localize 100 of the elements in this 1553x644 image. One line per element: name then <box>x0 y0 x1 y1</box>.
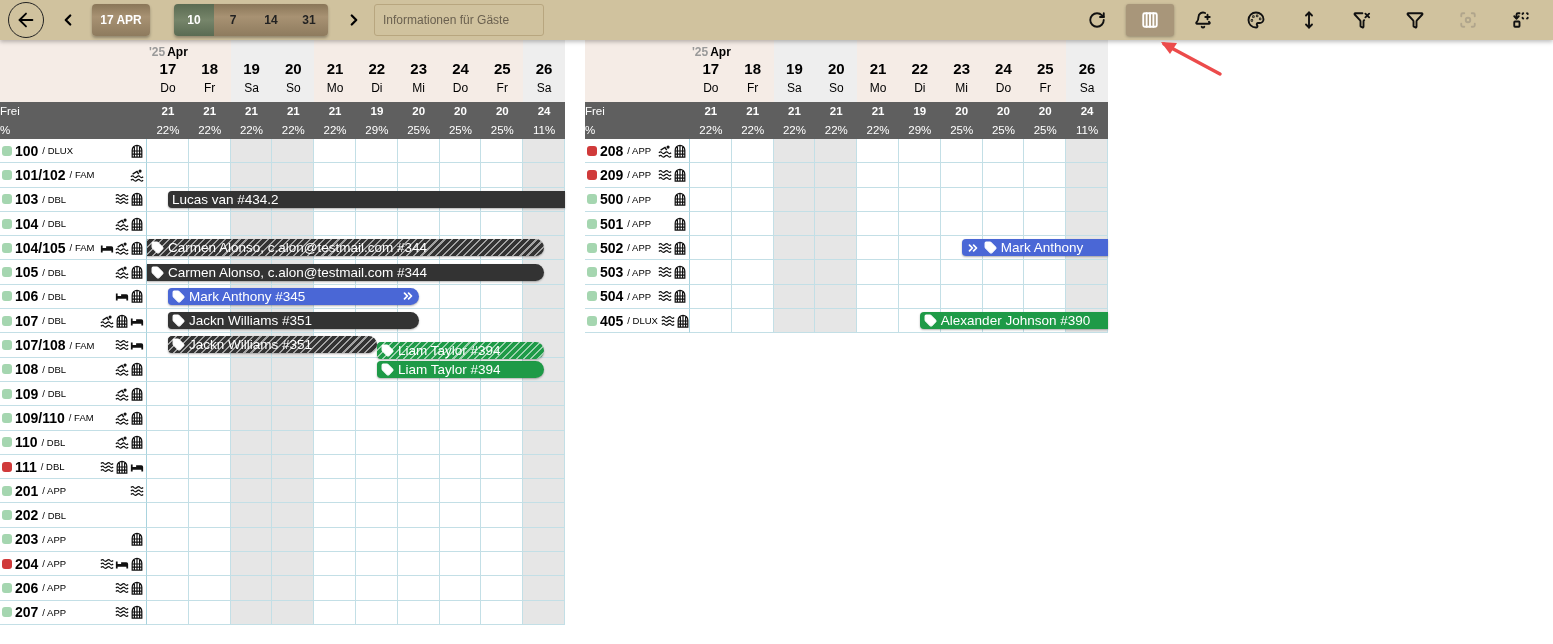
room-type: / APP <box>627 218 652 230</box>
day-number: 19 <box>243 59 260 79</box>
room-type: / APP <box>627 266 652 278</box>
weekday-label: Mi <box>955 80 968 96</box>
guest-name: Alexander Johnson #390 <box>940 313 1091 329</box>
room-type: / DLUX <box>42 145 73 157</box>
day-number: 22 <box>368 59 386 79</box>
day-number: 25 <box>1036 59 1054 79</box>
room-number: 208 <box>599 142 624 159</box>
room-number: 105 <box>15 264 39 281</box>
room-type: / DBL <box>42 290 67 302</box>
bell-plus-icon <box>1194 11 1212 29</box>
free-count: 20 <box>1038 105 1052 118</box>
room-number: 109/110 <box>15 409 65 426</box>
range-option[interactable]: 31 <box>290 4 328 36</box>
weekday-label: Di <box>371 80 383 96</box>
room-type: / DBL <box>40 461 65 472</box>
range-option[interactable]: 14 <box>252 4 290 36</box>
occupancy-percent: 22% <box>699 123 723 136</box>
month-label: Apr <box>167 45 188 59</box>
room-number: 106 <box>15 288 39 305</box>
occupancy-percent: 25% <box>448 123 472 136</box>
occupancy-percent: 22% <box>866 123 890 136</box>
room-number: 504 <box>599 288 624 305</box>
guest-name: Liam Taylor #394 <box>397 361 501 377</box>
free-count: 19 <box>370 105 384 118</box>
date-button[interactable]: 17 APR <box>92 4 150 36</box>
occupancy-percent: 25% <box>1033 123 1057 136</box>
range-option[interactable]: 10 <box>174 4 214 36</box>
weekday-label: So <box>285 80 301 96</box>
range-option[interactable]: 7 <box>214 4 252 36</box>
free-count: 21 <box>203 105 217 118</box>
room-number: 405 <box>599 312 624 329</box>
room-number: 206 <box>15 580 39 596</box>
day-number: 21 <box>326 59 344 79</box>
weekday-label: Fr <box>496 80 508 96</box>
occupancy-percent: 22% <box>323 123 347 136</box>
room-number: 108 <box>15 361 39 378</box>
room-number: 104 <box>15 215 39 232</box>
free-count: 21 <box>328 105 342 118</box>
occupancy-percent: 11% <box>533 123 556 136</box>
room-type: / APP <box>42 606 67 618</box>
room-number: 107/108 <box>15 337 66 353</box>
percent-label: % <box>584 123 597 136</box>
room-type: / DBL <box>42 315 67 327</box>
free-count: 21 <box>704 105 718 118</box>
room-number: 109 <box>15 385 39 402</box>
columns-icon <box>1141 11 1159 29</box>
room-number: 203 <box>15 531 39 548</box>
occupancy-percent: 29% <box>365 123 389 136</box>
room-type: / FAM <box>68 412 94 424</box>
room-number: 209 <box>599 166 624 183</box>
day-number: 20 <box>284 59 302 79</box>
year-label: '25 <box>149 45 166 59</box>
room-type: / APP <box>627 145 652 157</box>
occupancy-percent: 25% <box>407 123 431 136</box>
free-count: 21 <box>245 105 258 118</box>
weekday-label: Fr <box>1039 80 1051 96</box>
room-number: 101/102 <box>15 166 66 183</box>
room-type: / APP <box>627 242 652 254</box>
booking-bar[interactable]: Carmen Alonso, c.alon@testmail.com #344 <box>147 239 545 257</box>
weekday-label: Do <box>703 80 719 96</box>
guest-name: Jackn Williams #351 <box>188 337 312 353</box>
day-number: 20 <box>827 59 845 79</box>
occupancy-percent: 25% <box>991 123 1015 136</box>
free-count: 20 <box>495 105 509 118</box>
room-number: 103 <box>15 191 39 208</box>
room-type: / DLUX <box>627 315 658 327</box>
room-number: 100 <box>15 142 39 159</box>
weekday-label: Fr <box>204 80 216 96</box>
weekday-label: Do <box>452 80 469 96</box>
room-type: / APP <box>627 290 652 302</box>
free-count: 24 <box>537 105 551 118</box>
booking-bar[interactable]: Jackn Williams #351 <box>167 312 419 330</box>
booking-bar[interactable]: Mark Anthony <box>961 239 1108 257</box>
day-number: 26 <box>535 59 553 79</box>
room-type: / DBL <box>42 218 67 230</box>
room-type: / DBL <box>41 436 66 448</box>
weekday-label: Mo <box>326 80 344 96</box>
weekday-label: Do <box>995 80 1012 96</box>
weekday-label: Sa <box>1079 80 1095 96</box>
palette-icon <box>1247 11 1265 29</box>
room-type: / APP <box>42 485 67 497</box>
day-number: 23 <box>410 59 427 79</box>
occupancy-percent: 22% <box>198 123 222 136</box>
room-number: 111 <box>15 458 37 475</box>
filter-off-icon <box>1353 11 1371 29</box>
room-number: 201 <box>15 482 39 499</box>
search-field[interactable]: Informationen für Gäste <box>374 4 544 36</box>
weekday-label: Do <box>160 80 176 96</box>
free-count: 24 <box>1080 105 1094 118</box>
room-number: 501 <box>599 215 624 232</box>
booking-bar[interactable]: Jackn Williams #351 <box>167 336 377 354</box>
free-label: Frei <box>0 105 21 118</box>
free-count: 20 <box>955 105 969 118</box>
year-label: '25 <box>691 45 709 59</box>
free-count: 20 <box>997 105 1010 118</box>
columns-button[interactable] <box>1126 4 1174 36</box>
booking-bar[interactable]: Alexander Johnson #390 <box>919 312 1108 330</box>
free-count: 19 <box>913 105 927 118</box>
